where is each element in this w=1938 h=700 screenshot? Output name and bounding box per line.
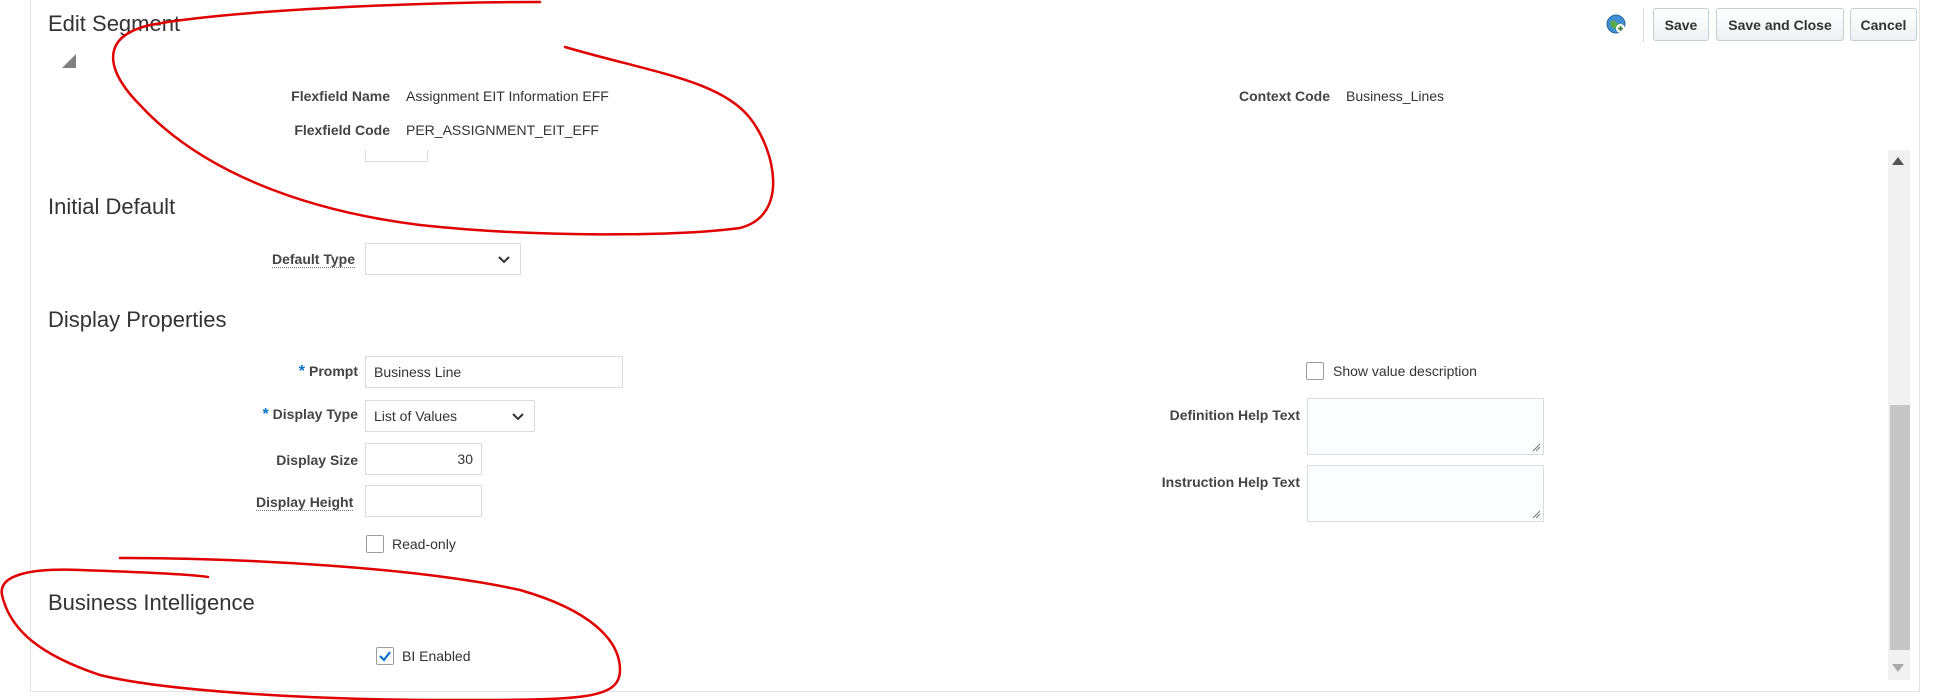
red-annotation-overlay — [0, 0, 775, 700]
annotation-circle-header — [111, 0, 775, 236]
annotation-circle-bi — [0, 556, 622, 700]
